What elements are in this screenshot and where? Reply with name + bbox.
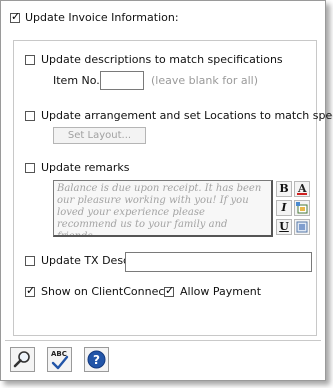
search-icon	[13, 351, 30, 368]
tx-desc-input[interactable]	[125, 252, 312, 272]
help-button[interactable]: ?	[84, 347, 109, 372]
spellcheck-small-icon[interactable]	[294, 219, 310, 235]
update-remarks-label: Update remarks	[41, 161, 130, 174]
font-color-icon[interactable]: A	[294, 181, 310, 197]
allow-payment-label: Allow Payment	[180, 285, 262, 298]
remarks-textarea[interactable]: Balance is due upon receipt. It has been…	[53, 180, 273, 237]
search-button[interactable]	[10, 347, 35, 372]
italic-button[interactable]: I	[276, 200, 292, 216]
item-no-input[interactable]	[100, 71, 144, 90]
bold-button[interactable]: B	[276, 181, 292, 197]
insert-field-icon[interactable]	[294, 200, 310, 216]
spellcheck-check-icon	[51, 355, 69, 370]
bottom-separator	[5, 340, 321, 341]
update-tx-desc-checkbox[interactable]	[25, 256, 35, 266]
help-icon: ?	[87, 350, 106, 369]
update-arrangement-label: Update arrangement and set Locations to …	[41, 109, 333, 122]
item-no-label: Item No.	[53, 74, 100, 87]
italic-button-label: I	[281, 201, 287, 214]
update-invoice-label: Update Invoice Information:	[25, 11, 179, 24]
update-arrangement-checkbox[interactable]	[25, 111, 35, 121]
show-on-clientconnect-checkbox[interactable]	[25, 284, 35, 297]
update-invoice-dialog: Update Invoice Information: Update descr…	[0, 0, 333, 381]
svg-text:?: ?	[93, 353, 100, 367]
update-invoice-checkbox[interactable]	[10, 10, 20, 23]
allow-payment-checkbox[interactable]	[164, 284, 174, 297]
underline-button-label: U	[279, 220, 289, 233]
update-descriptions-checkbox[interactable]	[25, 55, 35, 65]
spellcheck-button[interactable]: ABC	[47, 347, 72, 372]
item-no-hint: (leave blank for all)	[151, 74, 259, 87]
update-tx-desc-label: Update TX Desc:	[41, 254, 133, 267]
bold-button-label: B	[279, 182, 289, 195]
set-layout-button[interactable]: Set Layout...	[53, 127, 146, 144]
show-on-clientconnect-label: Show on ClientConnect:	[41, 285, 173, 298]
underline-button[interactable]: U	[276, 219, 292, 235]
update-descriptions-label: Update descriptions to match specificati…	[41, 53, 283, 66]
update-remarks-checkbox[interactable]	[25, 163, 35, 173]
